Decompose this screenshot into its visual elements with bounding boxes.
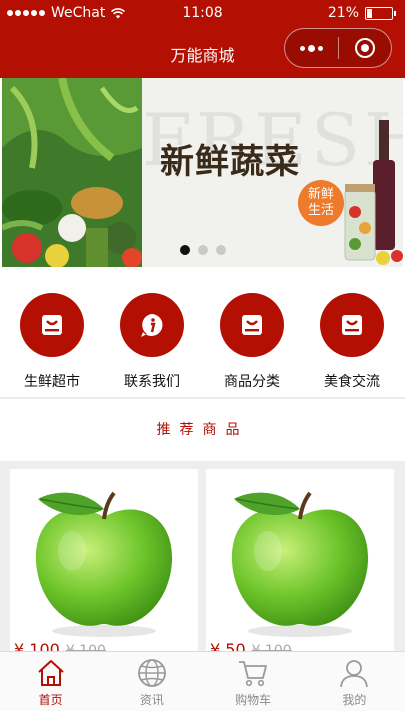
banner-badge: 新鲜 生活 (298, 180, 344, 226)
quick-nav-label: 联系我们 (124, 374, 180, 390)
close-target-icon[interactable] (339, 29, 391, 67)
nav-bar: 万能商城 (0, 26, 405, 78)
tab-label: 首页 (38, 693, 63, 707)
quick-nav-label: 商品分类 (224, 374, 280, 390)
quick-nav-icon-circle (320, 293, 384, 357)
info-chat-icon (141, 314, 163, 337)
shopping-bag-icon (242, 315, 262, 335)
status-bar: WeChat 11:08 21% (0, 0, 405, 26)
product-card[interactable]: ¥ 100 ¥ 100 (10, 469, 198, 659)
banner-pagination (2, 245, 403, 255)
green-apple-image (35, 491, 173, 637)
quick-nav-icon-circle (20, 293, 84, 357)
battery-icon (365, 6, 396, 20)
home-icon (37, 660, 64, 686)
tab-mine[interactable]: 我的 (304, 652, 405, 711)
quick-nav-contact[interactable]: 联系我们 (112, 293, 192, 391)
product-grid: ¥ 100 ¥ 100 ¥ 50 ¥ 100 (0, 461, 405, 659)
tab-home[interactable]: 首页 (0, 652, 101, 711)
quick-nav-icon-circle (220, 293, 284, 357)
promo-banner[interactable]: FRESH 新鲜蔬菜 新鲜 生活 (2, 78, 403, 267)
recommend-section-title: 推荐商品 (156, 422, 249, 438)
quick-nav-food-exchange[interactable]: 美食交流 (312, 293, 392, 391)
banner-dot[interactable] (197, 245, 208, 255)
globe-icon (137, 659, 166, 687)
more-dots-icon[interactable] (285, 29, 338, 67)
banner-badge-line2: 生活 (307, 203, 334, 218)
tab-label: 我的 (342, 693, 367, 707)
quick-nav-label: 生鲜超市 (24, 374, 80, 390)
vegetables-image (2, 78, 142, 267)
tab-news[interactable]: 资讯 (101, 652, 202, 711)
tab-cart[interactable]: 购物车 (203, 652, 304, 711)
banner-dot[interactable] (215, 245, 226, 255)
quick-nav-fresh-market[interactable]: 生鲜超市 (12, 293, 92, 391)
quick-nav-label: 美食交流 (324, 374, 380, 390)
banner-badge-line1: 新鲜 (307, 187, 334, 202)
tab-bar: 首页 资讯 购物车 我的 (0, 651, 405, 711)
green-apple-image (231, 491, 369, 637)
shopping-bag-icon (42, 315, 62, 335)
banner-dot[interactable] (179, 245, 190, 255)
quick-nav-categories[interactable]: 商品分类 (212, 293, 292, 391)
cart-icon (239, 661, 268, 687)
banner-title: 新鲜蔬菜 (160, 142, 300, 182)
tab-label: 购物车 (235, 693, 272, 707)
user-icon (340, 660, 369, 688)
app-header: WeChat 11:08 21% 万能商城 (0, 0, 405, 78)
shopping-bag-icon (342, 315, 362, 335)
tab-label: 资讯 (139, 693, 164, 707)
battery-percent: 21% (327, 5, 359, 21)
mini-program-capsule (284, 28, 392, 68)
quick-nav-icon-circle (120, 293, 184, 357)
product-card[interactable]: ¥ 50 ¥ 100 (206, 469, 394, 659)
quick-nav: 生鲜超市 联系我们 商品分类 美食交流 (0, 267, 405, 397)
battery-status: 21% (327, 5, 396, 21)
